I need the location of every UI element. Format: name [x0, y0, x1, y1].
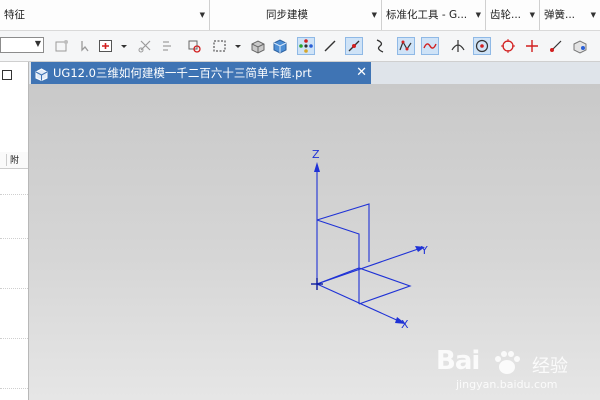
ribbon-group-label: 特征	[4, 9, 25, 21]
group-expand-icon[interactable]: ▼	[476, 0, 481, 30]
select-filter-icon[interactable]	[98, 38, 114, 54]
document-tab[interactable]: UG12.0三维如何建模一千二百六十三简单卡箍.prt ✕	[31, 62, 371, 84]
circle-icon[interactable]	[473, 37, 491, 55]
move-icon[interactable]	[160, 38, 176, 54]
navigator-row-divider	[0, 238, 28, 239]
watermark-url: jingyan.baidu.com	[456, 378, 558, 391]
crosshair-icon[interactable]	[524, 38, 540, 54]
ribbon-group-sync-modeling[interactable]: 同步建模 ▼	[210, 0, 382, 30]
intersection-icon[interactable]	[450, 38, 466, 54]
watermark-brand: Bai	[436, 346, 480, 376]
x-axis-label: X	[401, 318, 409, 331]
panel-toggle-icon[interactable]	[2, 70, 12, 80]
selection-toolbar: ▼	[0, 31, 600, 62]
navigator-column-header: 附	[10, 156, 20, 166]
ribbon-group-standard-tools[interactable]: 标准化工具 - G... ▼	[382, 0, 486, 30]
ribbon-group-bar: 特征 ▼ 同步建模 ▼ 标准化工具 - G... ▼ 齿轮... ▼ 弹簧...…	[0, 0, 600, 31]
chevron-down-icon: ▼	[34, 39, 41, 48]
snap-vertex-icon[interactable]	[186, 38, 202, 54]
scissors-icon[interactable]	[138, 38, 154, 54]
circle-quadrant-icon[interactable]	[500, 38, 516, 54]
snap-point-icon[interactable]	[297, 37, 315, 55]
document-icon	[35, 66, 48, 82]
paw-icon	[490, 350, 524, 379]
column-divider	[6, 154, 7, 166]
group-expand-icon[interactable]: ▼	[591, 0, 596, 30]
close-icon[interactable]: ✕	[356, 62, 367, 84]
group-expand-icon[interactable]: ▼	[372, 0, 377, 30]
rectangle-select-icon[interactable]	[212, 38, 228, 54]
chevron-down-icon[interactable]	[230, 38, 241, 54]
z-axis-arrow-icon	[314, 162, 320, 172]
ribbon-group-label: 弹簧...	[544, 9, 576, 21]
chevron-down-icon[interactable]	[116, 38, 127, 54]
clamp-vertical-profile	[316, 203, 370, 304]
spline-icon[interactable]	[397, 37, 415, 55]
baidu-watermark: Bai 经验 jingyan.baidu.com	[436, 346, 586, 394]
navigator-row-divider	[0, 388, 28, 389]
line-icon[interactable]	[322, 38, 338, 54]
navigator-header: 附	[0, 152, 28, 169]
document-tab-bar: UG12.0三维如何建模一千二百六十三简单卡箍.prt ✕	[29, 62, 600, 84]
navigator-row-divider	[0, 338, 28, 339]
group-expand-icon[interactable]: ▼	[530, 0, 535, 30]
navigator-row-divider	[0, 194, 28, 195]
document-tab-title: UG12.0三维如何建模一千二百六十三简单卡箍.prt	[53, 66, 312, 80]
ribbon-group-features[interactable]: 特征 ▼	[0, 0, 210, 30]
endpoint-line-icon[interactable]	[548, 38, 564, 54]
face-point-icon[interactable]	[572, 38, 588, 54]
clamp-horizontal-profile	[316, 267, 412, 305]
selection-filter-dropdown[interactable]: ▼	[0, 37, 44, 53]
ribbon-group-label: 齿轮...	[490, 9, 522, 21]
watermark-suffix: 经验	[532, 356, 568, 377]
ribbon-group-spring[interactable]: 弹簧... ▼	[540, 0, 600, 30]
cube-shaded-icon[interactable]	[250, 38, 266, 54]
snap-grid-icon[interactable]	[54, 38, 70, 54]
ribbon-group-label: 标准化工具 - G...	[386, 9, 468, 21]
ribbon-group-label: 同步建模	[266, 9, 308, 21]
point-on-line-icon[interactable]	[345, 37, 363, 55]
z-axis-label: Z	[312, 148, 320, 161]
ribbon-group-gear[interactable]: 齿轮... ▼	[486, 0, 540, 30]
pointer-icon[interactable]	[78, 38, 94, 54]
cube-icon[interactable]	[272, 38, 288, 54]
group-expand-icon[interactable]: ▼	[200, 0, 205, 30]
wave-curve-icon[interactable]	[421, 37, 439, 55]
y-axis-label: Y	[420, 244, 428, 257]
part-navigator-panel: 附	[0, 62, 29, 400]
navigator-row-divider	[0, 288, 28, 289]
graphics-viewport[interactable]: Z Y X Bai 经验 jingyan.baidu.com	[29, 84, 600, 400]
arc-icon[interactable]	[372, 38, 388, 54]
